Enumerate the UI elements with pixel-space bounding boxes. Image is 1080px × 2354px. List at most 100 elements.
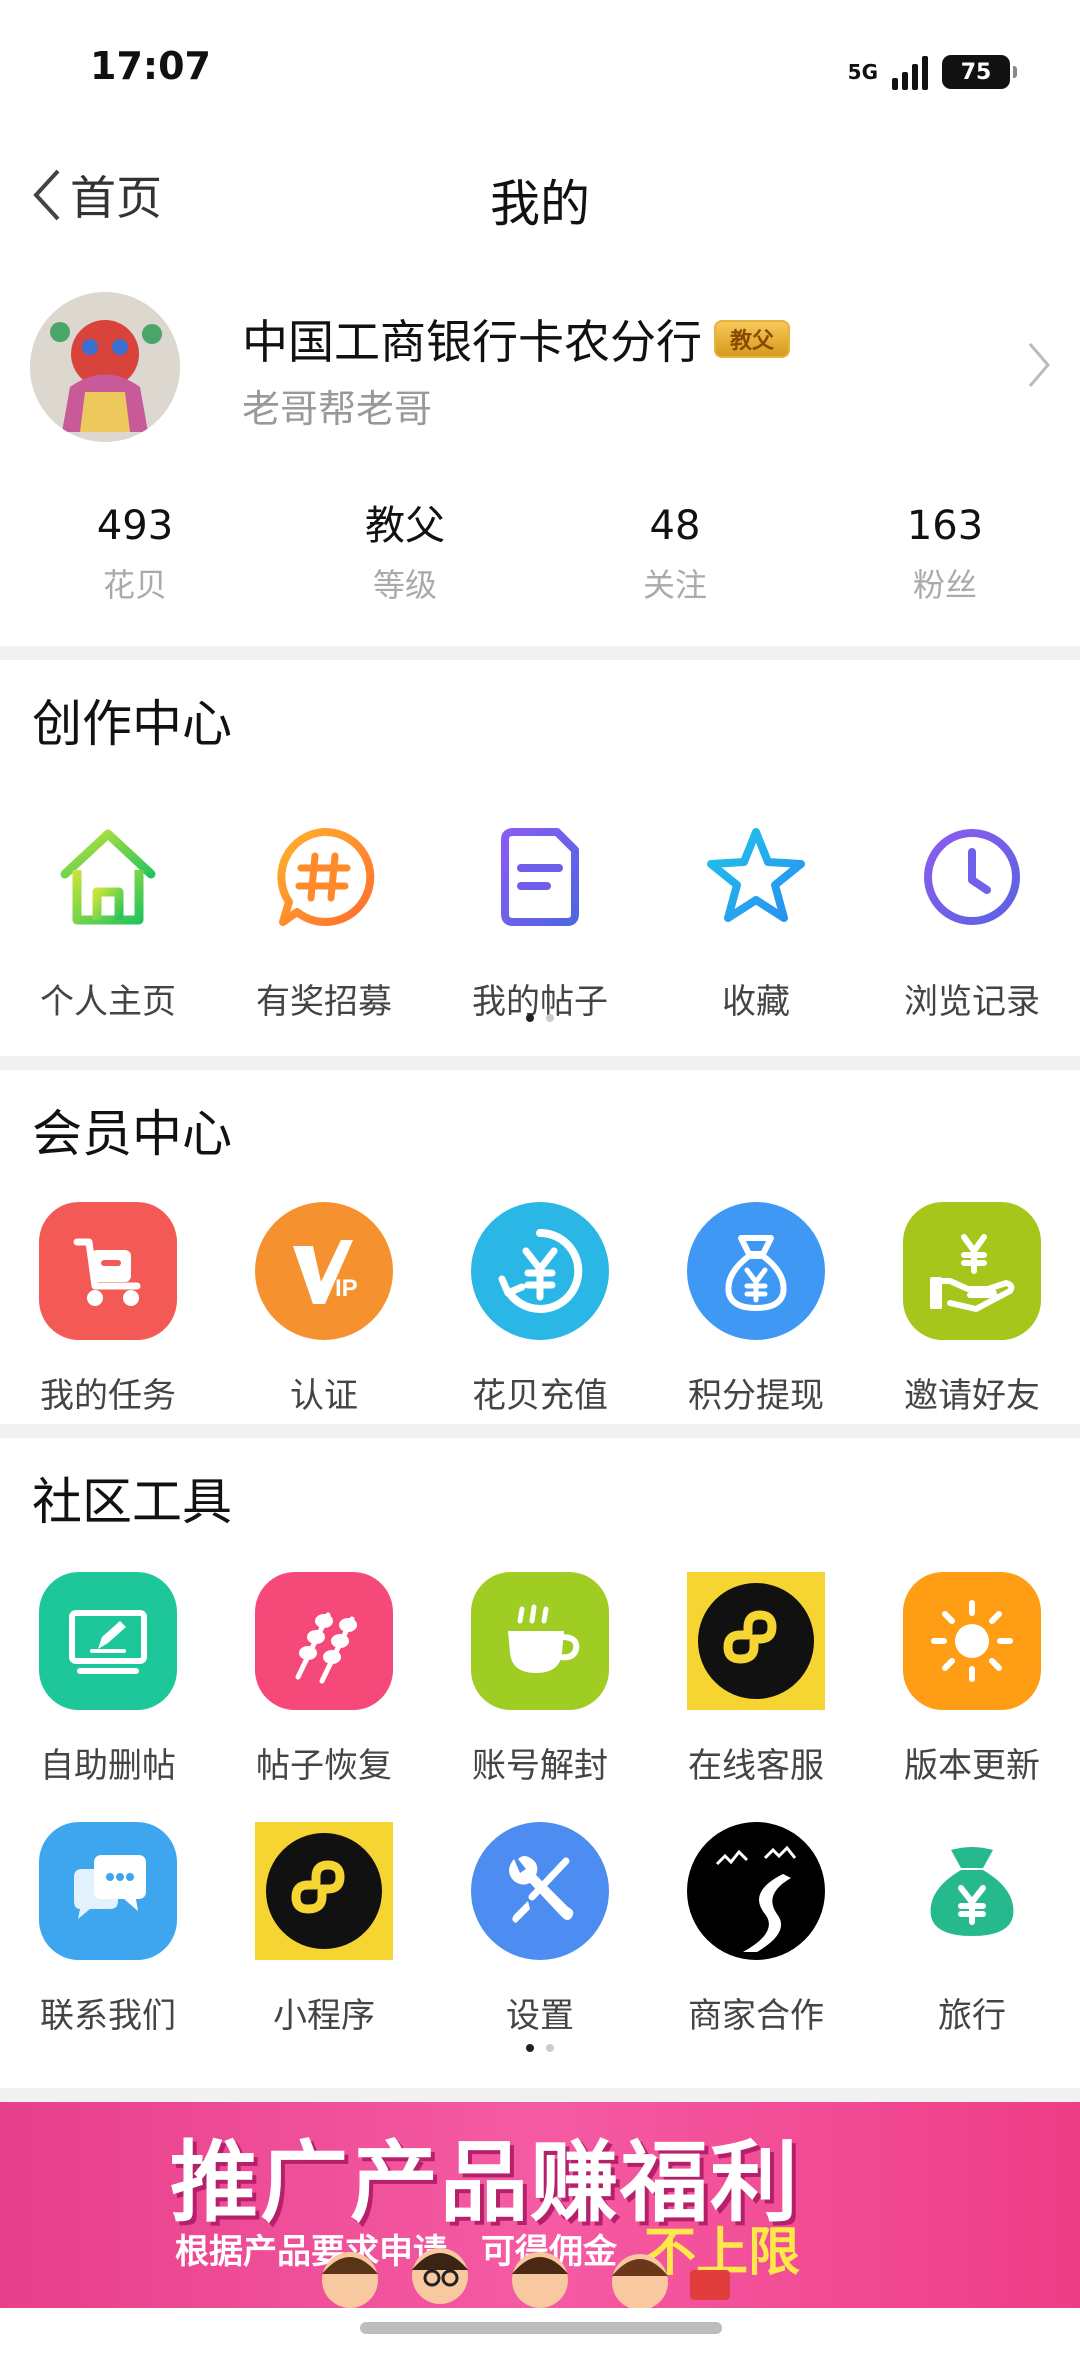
- tool-item-restore-post[interactable]: 帖子恢复: [216, 1572, 432, 1787]
- grid-label: 旅行: [938, 1996, 1006, 2036]
- chat-bubbles-icon: [39, 1822, 177, 1960]
- yuan-recharge-icon: [471, 1202, 609, 1340]
- avatar[interactable]: [30, 292, 180, 442]
- member-item-certify[interactable]: IP 认证: [216, 1202, 432, 1417]
- grid-label: 邀请好友: [904, 1376, 1040, 1416]
- tool-item-business-cooperation[interactable]: 商家合作: [648, 1822, 864, 2037]
- promo-banner[interactable]: 推广产品赚福利 根据产品要求申请，可得佣金 不上限: [0, 2102, 1080, 2308]
- creation-item-recruit[interactable]: 有奖招募: [216, 808, 432, 1023]
- community-tools-title: 社区工具: [32, 1473, 232, 1531]
- grid-label: 我的任务: [40, 1376, 176, 1416]
- creation-item-my-posts[interactable]: 我的帖子: [432, 808, 648, 1023]
- tools-page-indicator: [0, 2044, 1080, 2052]
- hand-money-icon: [903, 1202, 1041, 1340]
- avatar-image: [30, 292, 180, 442]
- chevron-right-icon: [1028, 343, 1050, 387]
- member-item-invite[interactable]: 邀请好友: [864, 1202, 1080, 1417]
- stat-label: 等级: [372, 566, 437, 604]
- tool-item-settings[interactable]: 设置: [432, 1822, 648, 2037]
- star-icon: [687, 808, 825, 946]
- tool-item-contact-us[interactable]: 联系我们: [0, 1822, 216, 2037]
- grid-label: 认证: [290, 1376, 358, 1416]
- stat-followers[interactable]: 163 粉丝: [810, 498, 1080, 628]
- stat-label: 粉丝: [912, 566, 977, 604]
- member-item-withdraw[interactable]: 积分提现: [648, 1202, 864, 1417]
- grid-label: 积分提现: [688, 1376, 824, 1416]
- status-time: 17:07: [90, 44, 211, 88]
- page-dot: [546, 1014, 554, 1022]
- network-label: 5G: [847, 60, 878, 84]
- grid-label: 小程序: [273, 1996, 375, 2036]
- creation-item-history[interactable]: 浏览记录: [864, 808, 1080, 1023]
- page-dot-active: [526, 1014, 534, 1022]
- home-icon: [39, 808, 177, 946]
- section-divider: [0, 1056, 1080, 1070]
- mini-program-icon: [687, 1572, 825, 1710]
- nav-bar: 首页 我的: [0, 150, 1080, 240]
- grid-label: 商家合作: [688, 1996, 824, 2036]
- creation-item-favorites[interactable]: 收藏: [648, 808, 864, 1023]
- task-scooter-icon: [39, 1202, 177, 1340]
- community-tools-grid-row-1: 自助删帖 帖子恢复 账号解封 在线客服 版本更新: [0, 1572, 1080, 1787]
- community-tools-grid-row-2: 联系我们 小程序 设置 商家合作 旅行: [0, 1822, 1080, 2037]
- stat-value: 163: [906, 503, 984, 549]
- monitor-edit-icon: [39, 1572, 177, 1710]
- clock-icon: [903, 808, 1041, 946]
- grid-label: 账号解封: [472, 1746, 608, 1786]
- road-landscape-icon: [687, 1822, 825, 1960]
- home-indicator[interactable]: [360, 2322, 722, 2334]
- mini-program-icon: [255, 1822, 393, 1960]
- level-badge: 教父: [714, 320, 791, 358]
- hashtag-icon: [255, 808, 393, 946]
- section-divider: [0, 2088, 1080, 2102]
- section-divider: [0, 1424, 1080, 1438]
- stat-following[interactable]: 48 关注: [540, 498, 810, 628]
- battery-level: 75: [960, 59, 992, 85]
- page-dot-active: [526, 2044, 534, 2052]
- grid-label: 版本更新: [904, 1746, 1040, 1786]
- skewer-icon: [255, 1572, 393, 1710]
- profile-subtitle: 老哥帮老哥: [242, 387, 433, 431]
- creation-item-home[interactable]: 个人主页: [0, 808, 216, 1023]
- grid-label: 联系我们: [40, 1996, 176, 2036]
- signal-icon: [892, 54, 928, 90]
- stat-value: 教父: [365, 503, 445, 549]
- profile-name-row: 中国工商银行卡农分行 教父: [242, 306, 791, 372]
- grid-label: 在线客服: [688, 1746, 824, 1786]
- stat-label: 关注: [642, 566, 707, 604]
- stat-level[interactable]: 教父 等级: [270, 498, 540, 628]
- tool-item-version-update[interactable]: 版本更新: [864, 1572, 1080, 1787]
- cartoon-people-illustration: [322, 2248, 730, 2308]
- grid-label: 自助删帖: [40, 1746, 176, 1786]
- member-center-title: 会员中心: [32, 1105, 232, 1163]
- money-bag-icon: [687, 1202, 825, 1340]
- tool-item-travel[interactable]: 旅行: [864, 1822, 1080, 2037]
- member-item-tasks[interactable]: 我的任务: [0, 1202, 216, 1417]
- stat-flower-shells[interactable]: 493 花贝: [0, 498, 270, 628]
- grid-label: 花贝充值: [472, 1376, 608, 1416]
- vip-icon: IP: [255, 1202, 393, 1340]
- battery-icon: 75: [942, 55, 1017, 89]
- document-icon: [471, 808, 609, 946]
- stat-label: 花贝: [102, 566, 167, 604]
- tool-item-mini-program[interactable]: 小程序: [216, 1822, 432, 2037]
- status-indicators: 5G 75: [847, 50, 1017, 94]
- section-divider: [0, 646, 1080, 660]
- svg-text:IP: IP: [335, 1275, 358, 1302]
- page-dot: [546, 2044, 554, 2052]
- grid-label: 设置: [506, 1996, 574, 2036]
- tool-item-online-service[interactable]: 在线客服: [648, 1572, 864, 1787]
- stat-value: 493: [96, 503, 174, 549]
- stat-value: 48: [649, 503, 701, 549]
- grid-label: 帖子恢复: [256, 1746, 392, 1786]
- creation-center-title: 创作中心: [32, 695, 232, 753]
- creation-page-indicator: [0, 1014, 1080, 1022]
- stats-row: 493 花贝 教父 等级 48 关注 163 粉丝: [0, 498, 1080, 628]
- sun-icon: [903, 1572, 1041, 1710]
- member-item-recharge[interactable]: 花贝充值: [432, 1202, 648, 1417]
- tool-item-unban-account[interactable]: 账号解封: [432, 1572, 648, 1787]
- member-center-grid: 我的任务 IP 认证 花贝充值 积分提现 邀请好友: [0, 1202, 1080, 1417]
- creation-center-grid: 个人主页 有奖招募 我的帖子 收藏 浏览记录: [0, 808, 1080, 1023]
- tool-item-delete-post[interactable]: 自助删帖: [0, 1572, 216, 1787]
- profile-card[interactable]: 中国工商银行卡农分行 教父 老哥帮老哥: [0, 282, 1080, 452]
